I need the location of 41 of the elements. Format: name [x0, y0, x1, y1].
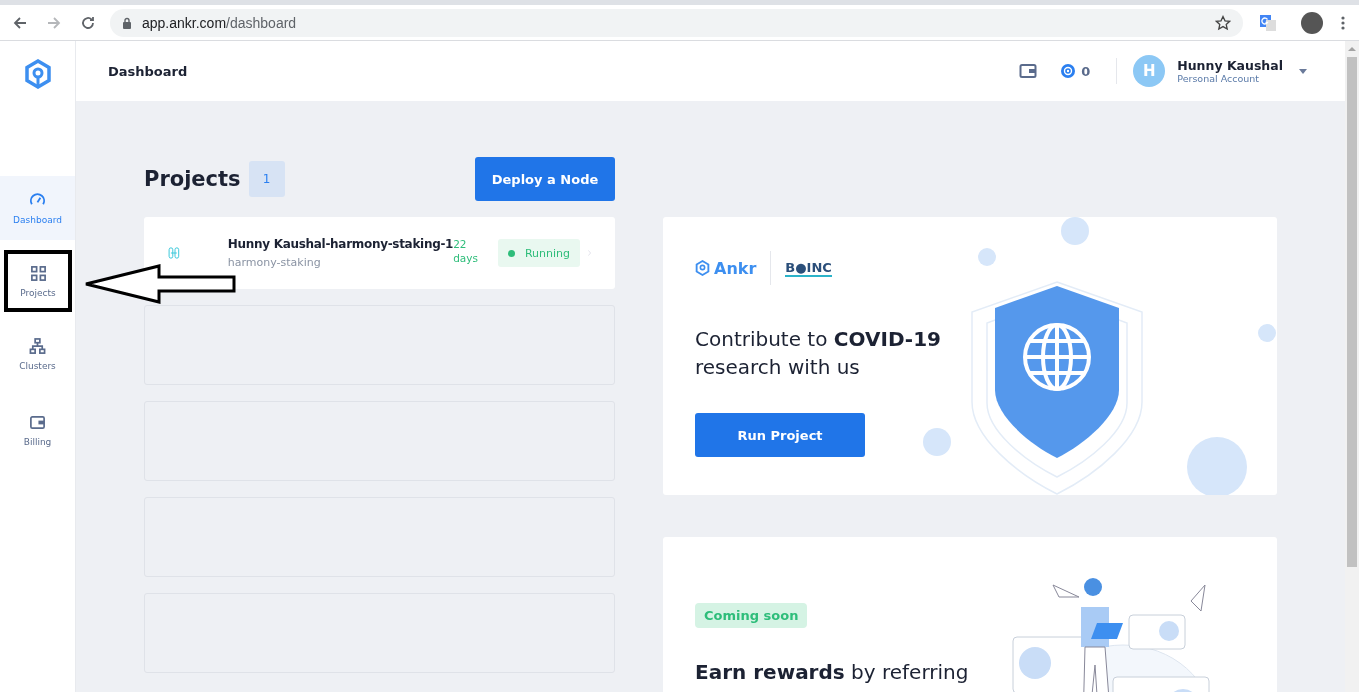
status-badge: Running: [497, 239, 581, 267]
wallet-icon: [29, 413, 46, 431]
wallet-icon[interactable]: [1019, 63, 1038, 79]
partner-logo: Ankr: [714, 258, 757, 278]
age-value: 22: [453, 238, 468, 250]
star-icon[interactable]: [1215, 14, 1231, 31]
sidebar-item[interactable]: Projects: [6, 252, 70, 310]
page-title: Dashboard: [108, 63, 188, 79]
caret-icon[interactable]: [1299, 68, 1307, 74]
user-name: Hunny Kaushal: [1177, 58, 1283, 73]
sidebar-item[interactable]: Dashboard: [0, 176, 75, 240]
reload-icon[interactable]: [80, 14, 96, 31]
logo-icon[interactable]: [23, 59, 52, 89]
sidebar-item[interactable]: Clusters: [0, 322, 75, 386]
deploy-node-button[interactable]: Deploy a Node: [475, 157, 615, 201]
lock-icon: [122, 16, 132, 29]
section-title: Projects: [144, 167, 241, 191]
translate-icon[interactable]: [1259, 13, 1277, 32]
coin-icon: [1061, 64, 1076, 78]
project-count: 1: [248, 161, 285, 197]
grid-icon: [29, 264, 47, 282]
sidebar-item[interactable]: Billing: [0, 398, 75, 462]
project-card[interactable]: Hunny Kaushal-harmony-staking-1 harmony-staking 22 days Running: [144, 217, 615, 289]
project-type: harmony-staking: [227, 256, 322, 269]
age-unit: days: [453, 252, 478, 264]
project-name: Hunny Kaushal-harmony-staking-1: [227, 237, 454, 251]
run-project-button[interactable]: Run Project: [695, 413, 865, 457]
promo-heading: Contribute to COVID-19 research with us: [695, 326, 942, 381]
account-type: Personal Account: [1177, 73, 1260, 84]
partner-logo: B●INC: [785, 259, 832, 277]
menu-icon[interactable]: [1341, 14, 1345, 31]
promo-heading: Earn rewards by referring: [695, 660, 969, 684]
hierarchy-icon: [29, 337, 46, 355]
status-badge: Coming soon: [695, 603, 808, 628]
profile-avatar[interactable]: [1301, 11, 1323, 34]
balance-value: 0: [1081, 63, 1091, 79]
scrollbar[interactable]: [1345, 41, 1359, 692]
address-bar[interactable]: app.ankr.com/dashboard: [110, 8, 1243, 37]
back-icon[interactable]: [12, 14, 28, 31]
status-dot-icon: [507, 249, 515, 257]
logo-icon: [695, 260, 710, 276]
